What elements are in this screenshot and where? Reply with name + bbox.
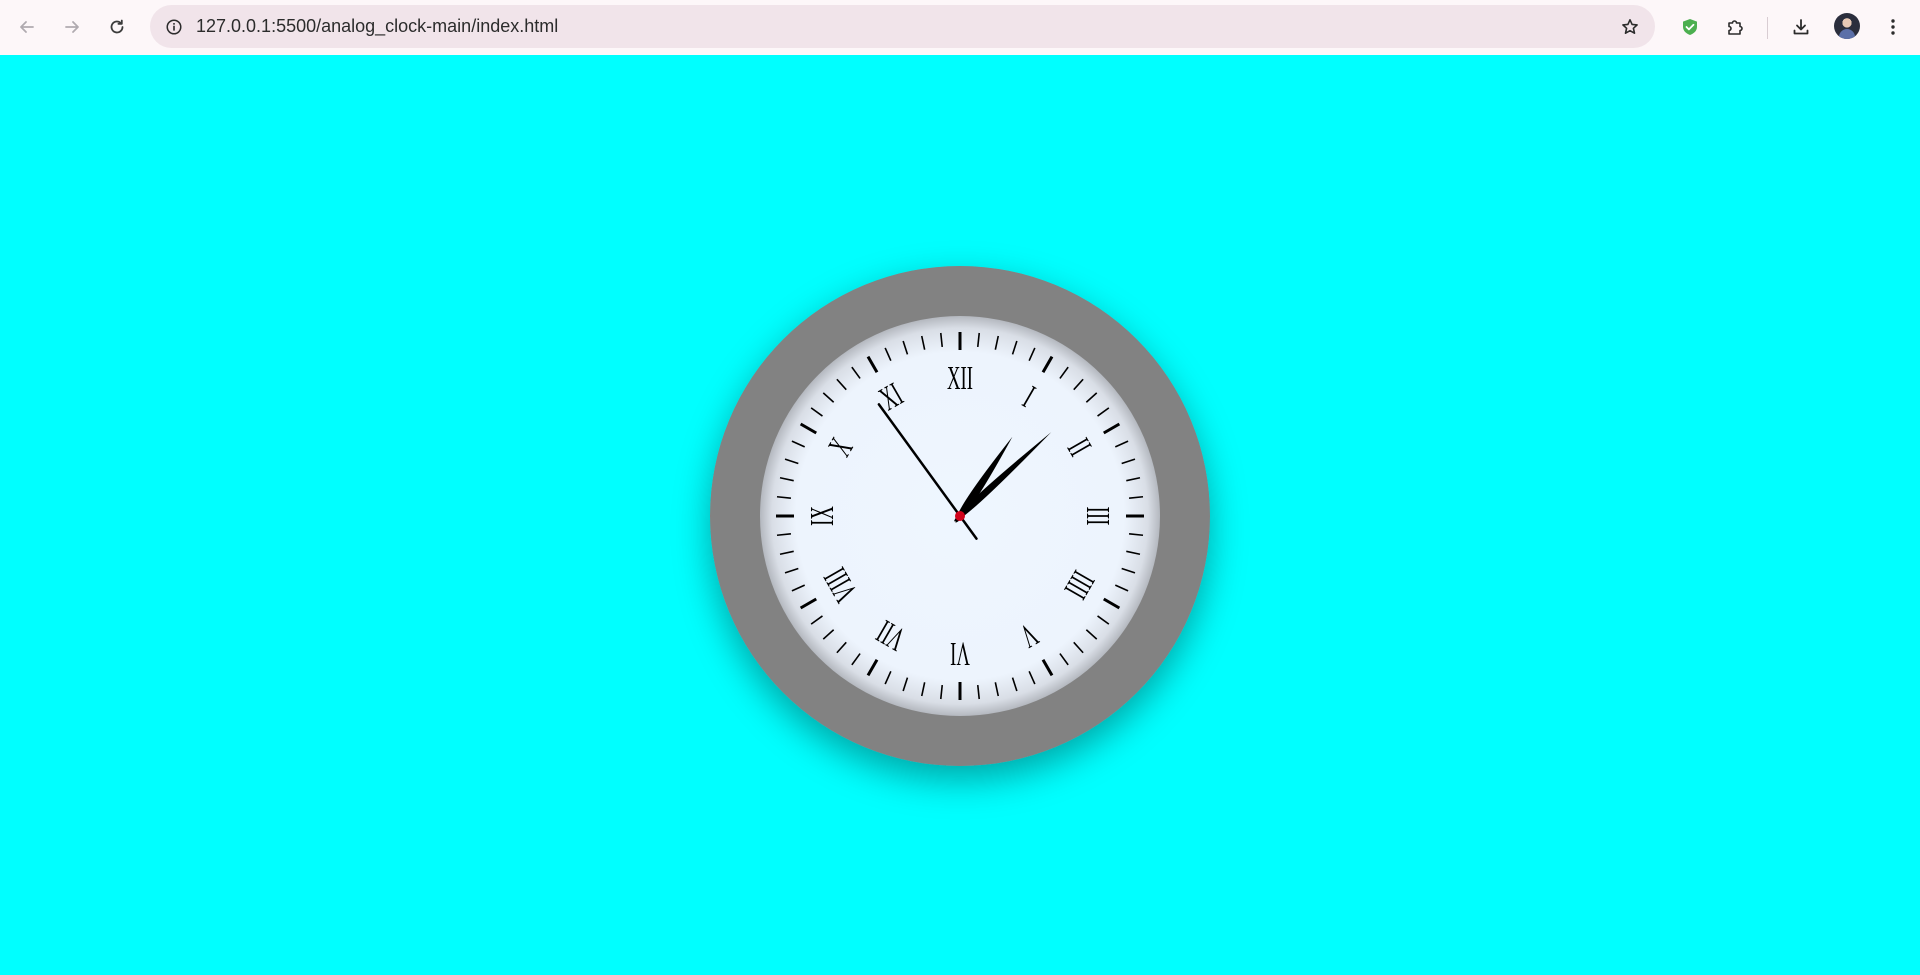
shield-extension-icon: [1683, 19, 1697, 35]
more-menu-icon: [1891, 19, 1895, 35]
clock-svg: XII IIIIIIIIIIVVIVIIVIIIIXXXI: [710, 266, 1210, 766]
url-text[interactable]: 127.0.0.1:5500/analog_clock-main/index.h…: [196, 5, 558, 48]
download-icon: [1793, 19, 1809, 35]
profile-avatar[interactable]: [1834, 13, 1860, 39]
center-pin: [955, 511, 965, 521]
extensions-button[interactable]: [1718, 10, 1752, 44]
back-button[interactable]: [10, 10, 44, 44]
site-info-icon: [165, 18, 182, 35]
hour-numeral: III: [1079, 507, 1116, 526]
bookmark-star-icon: [1621, 18, 1638, 34]
forward-arrow-icon: [65, 21, 79, 33]
address-bar[interactable]: 127.0.0.1:5500/analog_clock-main/index.h…: [150, 5, 1655, 48]
more-menu-button[interactable]: [1876, 10, 1910, 44]
toolbar-divider: [1767, 17, 1768, 39]
forward-button[interactable]: [55, 10, 89, 44]
back-arrow-icon: [20, 21, 34, 33]
bookmark-button[interactable]: [1614, 11, 1645, 42]
analog-clock: XII I II III IIII V VI VII VIII IX X XI: [710, 266, 1210, 766]
puzzle-extensions-icon: [1728, 20, 1743, 35]
hour-numeral: IX: [803, 506, 840, 526]
browser-toolbar: 127.0.0.1:5500/analog_clock-main/index.h…: [0, 0, 1920, 55]
site-info-button[interactable]: [158, 11, 189, 42]
reload-icon: [110, 19, 124, 34]
reload-button[interactable]: [100, 10, 134, 44]
shield-extension-button[interactable]: [1673, 10, 1707, 44]
hour-numeral: VI: [950, 635, 970, 672]
downloads-button[interactable]: [1784, 10, 1818, 44]
hour-numeral: XII: [947, 359, 973, 396]
